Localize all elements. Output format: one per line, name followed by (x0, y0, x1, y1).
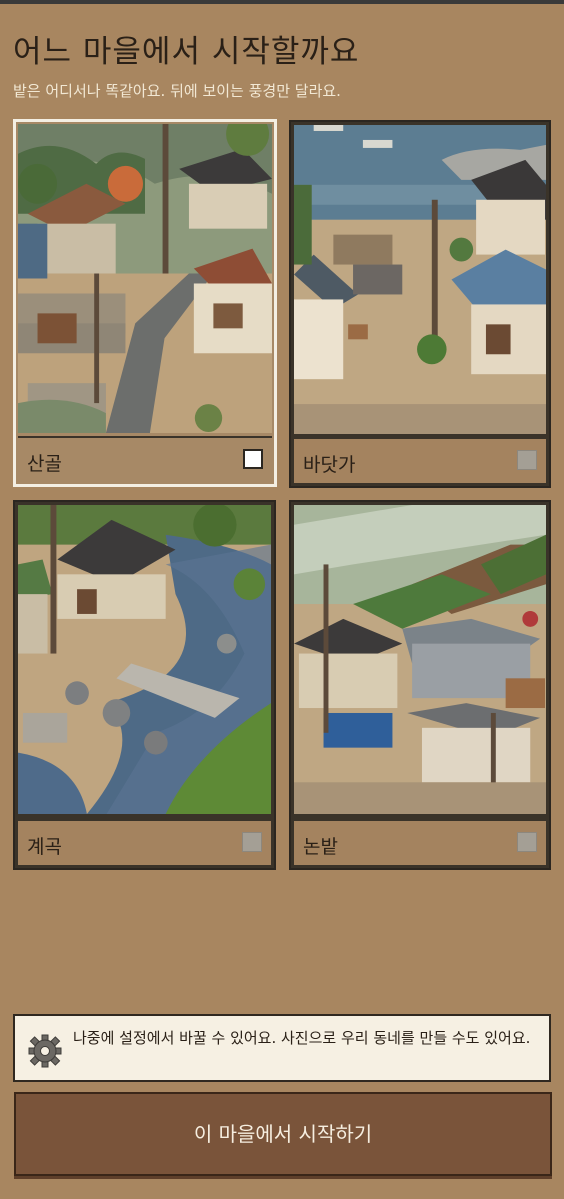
village-card-footer: 논밭 (294, 819, 546, 865)
top-status-strip (0, 0, 564, 4)
village-checkbox[interactable] (517, 450, 537, 470)
village-card-mountain[interactable]: 산골 (13, 119, 277, 487)
village-card-fields[interactable]: 논밭 (289, 500, 551, 870)
village-card-footer: 바닷가 (294, 437, 546, 483)
fields-village-illustration (294, 505, 546, 814)
valley-village-illustration (18, 505, 271, 814)
village-checkbox[interactable] (517, 832, 537, 852)
village-card-valley[interactable]: 계곡 (13, 500, 276, 870)
mountain-village-illustration (18, 124, 272, 433)
gear-icon (28, 1034, 62, 1068)
village-card-seaside[interactable]: 바닷가 (289, 120, 551, 488)
seaside-village-illustration (294, 125, 546, 434)
village-name: 산골 (27, 453, 62, 475)
page-title: 어느 마을에서 시작할까요 (13, 34, 360, 70)
village-card-footer: 계곡 (18, 819, 271, 865)
village-name: 계곡 (27, 836, 62, 858)
village-checkbox[interactable] (242, 832, 262, 852)
page-subtitle: 밭은 어디서나 똑같아요. 뒤에 보이는 풍경만 달라요. (13, 82, 341, 100)
info-message: 나중에 설정에서 바꿀 수 있어요. 사진으로 우리 동네를 만들 수도 있어요… (73, 1029, 531, 1047)
village-checkbox[interactable] (243, 449, 263, 469)
start-village-button[interactable]: 이 마을에서 시작하기 (14, 1092, 552, 1176)
village-name: 바닷가 (303, 454, 356, 476)
settings-info-box: 나중에 설정에서 바꿀 수 있어요. 사진으로 우리 동네를 만들 수도 있어요… (13, 1014, 551, 1082)
village-card-footer: 산골 (18, 436, 272, 482)
village-name: 논밭 (303, 836, 338, 858)
